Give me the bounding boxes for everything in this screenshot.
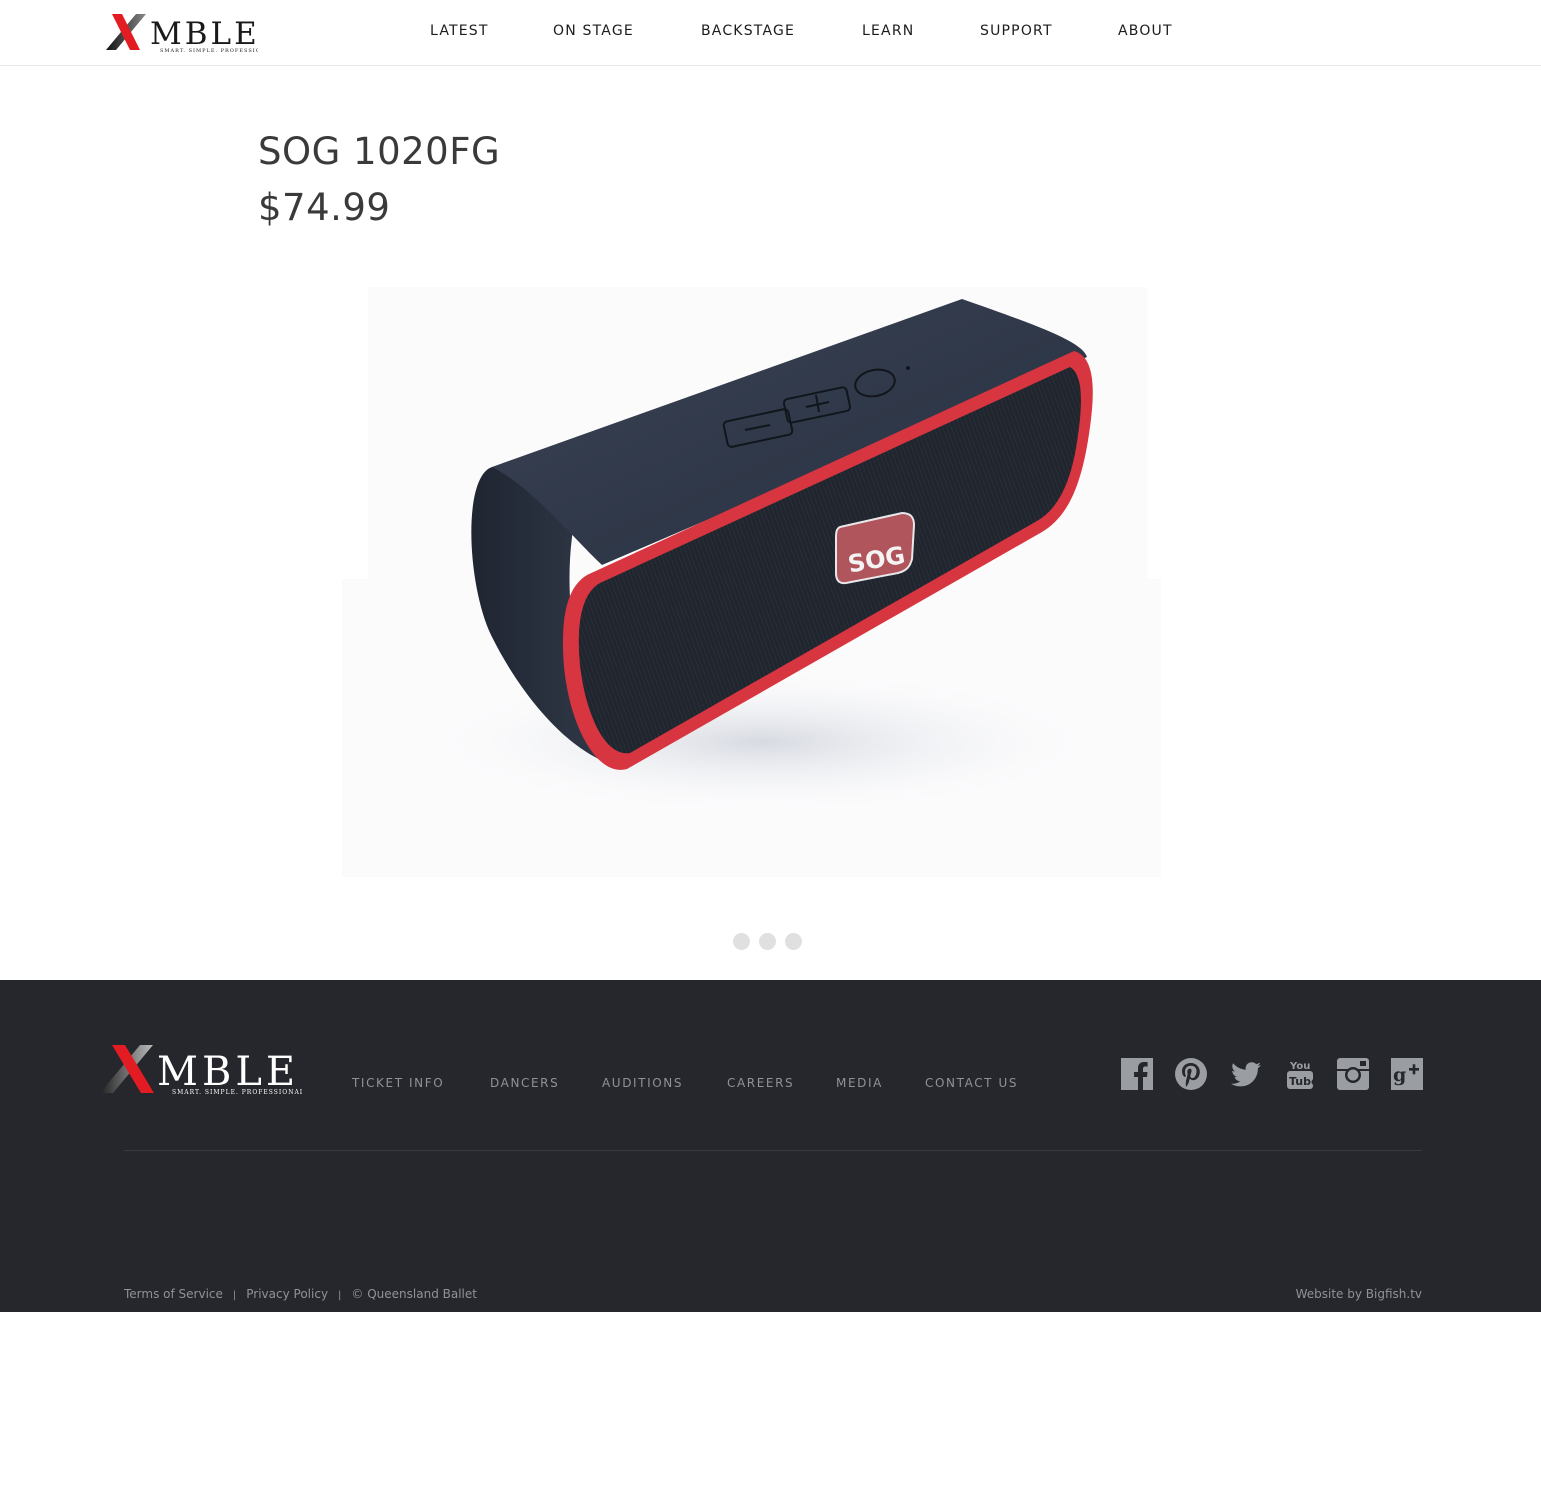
site-footer: MBLE SMART. SIMPLE. PROFESSIONAL. TICKET…: [0, 980, 1541, 1312]
youtube-icon[interactable]: You Tube: [1283, 1057, 1317, 1091]
legal-separator: |: [232, 1289, 237, 1301]
svg-text:g: g: [1393, 1064, 1406, 1086]
footer-nav: TICKET INFO DANCERS AUDITIONS CAREERS ME…: [352, 1074, 1035, 1092]
svg-text:Tube: Tube: [1289, 1075, 1317, 1088]
product-title: SOG 1020FG: [258, 130, 501, 173]
footer-legal: Terms of Service | Privacy Policy | © Qu…: [124, 1287, 477, 1301]
product-price: $74.99: [258, 186, 391, 229]
footer-link-media[interactable]: MEDIA: [836, 1074, 925, 1092]
xmble-logo[interactable]: MBLE SMART. SIMPLE. PROFESSIONAL.: [106, 10, 258, 54]
svg-text:You: You: [1289, 1061, 1310, 1072]
footer-link-dancers[interactable]: DANCERS: [490, 1074, 602, 1092]
carousel-dot-3[interactable]: [785, 933, 802, 950]
carousel-pagination: [733, 933, 802, 950]
carousel-dot-1[interactable]: [733, 933, 750, 950]
terms-of-service-link[interactable]: Terms of Service: [124, 1287, 223, 1301]
site-credit: Website by Bigfish.tv: [1296, 1287, 1422, 1301]
product-image: SOG: [342, 287, 1161, 877]
privacy-policy-link[interactable]: Privacy Policy: [246, 1287, 328, 1301]
footer-divider: [124, 1150, 1422, 1151]
copyright-text: © Queensland Ballet: [351, 1287, 477, 1301]
twitter-icon[interactable]: [1229, 1057, 1263, 1091]
nav-backstage[interactable]: BACKSTAGE: [701, 20, 862, 42]
nav-latest[interactable]: LATEST: [430, 20, 553, 42]
svg-text:SMART. SIMPLE. PROFESSIONAL.: SMART. SIMPLE. PROFESSIONAL.: [160, 48, 258, 54]
footer-link-careers[interactable]: CAREERS: [727, 1074, 836, 1092]
footer-link-contact-us[interactable]: CONTACT US: [925, 1074, 1035, 1092]
nav-about[interactable]: ABOUT: [1118, 20, 1198, 42]
google-plus-icon[interactable]: g: [1390, 1057, 1424, 1091]
legal-separator: |: [338, 1289, 342, 1301]
footer-link-ticket-info[interactable]: TICKET INFO: [352, 1074, 490, 1092]
nav-on-stage[interactable]: ON STAGE: [553, 20, 701, 42]
facebook-icon[interactable]: [1120, 1057, 1154, 1091]
nav-support[interactable]: SUPPORT: [980, 20, 1118, 42]
pinterest-icon[interactable]: [1174, 1057, 1208, 1091]
footer-link-auditions[interactable]: AUDITIONS: [602, 1074, 727, 1092]
bigfish-credit-link[interactable]: Website by Bigfish.tv: [1296, 1287, 1422, 1301]
svg-text:MBLE: MBLE: [150, 16, 258, 52]
footer-xmble-logo[interactable]: MBLE SMART. SIMPLE. PROFESSIONAL.: [100, 1040, 307, 1096]
carousel-dot-2[interactable]: [759, 933, 776, 950]
svg-text:SMART. SIMPLE. PROFESSIONAL.: SMART. SIMPLE. PROFESSIONAL.: [172, 1089, 302, 1096]
site-header: MBLE SMART. SIMPLE. PROFESSIONAL. LATEST…: [0, 0, 1541, 66]
main-nav: LATEST ON STAGE BACKSTAGE LEARN SUPPORT …: [430, 20, 1198, 42]
instagram-icon[interactable]: [1336, 1057, 1370, 1091]
nav-learn[interactable]: LEARN: [862, 20, 980, 42]
